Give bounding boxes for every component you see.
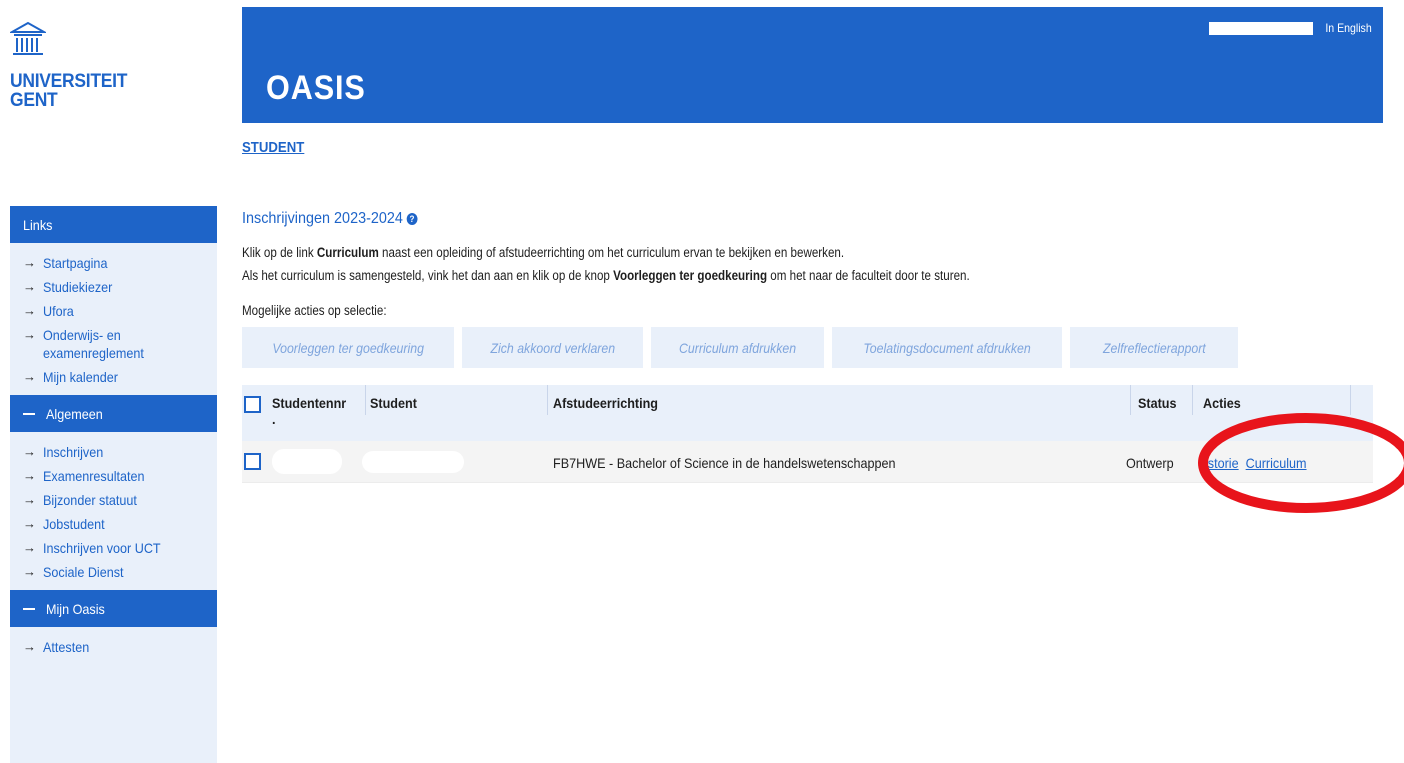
historie-link[interactable]: istorie [1205,455,1239,471]
ugent-logo[interactable]: UNIVERSITEIT GENT [10,20,170,110]
redacted-username [1209,22,1313,35]
print-admission-document-button[interactable]: Toelatingsdocument afdrukken [832,327,1062,368]
redacted-student-name [362,451,464,473]
instruction-line-1: Klik op de link Curriculum naast een opl… [242,245,845,260]
arrow-right-icon: → [23,369,36,384]
cell-status: Ontwerp [1126,455,1174,471]
self-reflection-report-button[interactable]: Zelfreflectierapport [1070,327,1238,368]
row-select-checkbox[interactable] [244,453,261,470]
header-banner: OASIS In English [242,7,1383,123]
column-divider [365,385,366,415]
logo-wordmark: UNIVERSITEIT GENT [10,71,128,111]
app-title: OASIS [266,69,366,107]
sidebar-item-attesten[interactable]: → Attesten [10,635,217,659]
sidebar-item-startpagina[interactable]: → Startpagina [10,251,217,275]
collapse-minus-icon [23,412,35,415]
selection-actions: Voorleggen ter goedkeuring Zich akkoord … [242,327,1238,368]
language-switch-link[interactable]: In English [1326,21,1372,35]
sidebar-item-inschrijven-uct[interactable]: → Inschrijven voor UCT [10,536,217,560]
sidebar-item-bijzonder-statuut[interactable]: → Bijzonder statuut [10,488,217,512]
collapse-minus-icon [23,607,35,610]
column-divider [1192,385,1193,415]
agree-button[interactable]: Zich akkoord verklaren [462,327,643,368]
cell-acties: istorie Curriculum [1205,455,1307,471]
instruction-line-2: Als het curriculum is samengesteld, vink… [242,268,970,283]
sidebar-header-mijn-oasis[interactable]: Mijn Oasis [10,590,217,627]
actions-label: Mogelijke acties op selectie: [242,303,387,318]
breadcrumb-student[interactable]: STUDENT [242,139,304,156]
column-header-studentennr[interactable]: Studentennr. [272,395,346,427]
arrow-right-icon: → [23,255,36,270]
table-header: Studentennr. Student Afstudeerrichting S… [242,385,1373,441]
cell-afstudeerrichting: FB7HWE - Bachelor of Science in de hande… [553,455,896,471]
arrow-right-icon: → [23,492,36,507]
redacted-student-number [272,449,342,474]
sidebar-item-sociale-dienst[interactable]: → Sociale Dienst [10,560,217,584]
column-header-student[interactable]: Student [370,395,417,411]
column-header-afstudeerrichting[interactable]: Afstudeerrichting [553,395,658,411]
arrow-right-icon: → [23,540,36,555]
sidebar-oasis-list: → Attesten [10,627,217,665]
arrow-right-icon: → [23,279,36,294]
help-icon[interactable]: ? [406,213,418,225]
column-header-status[interactable]: Status [1138,395,1177,411]
sidebar: Links → Startpagina → Studiekiezer → Ufora … [10,206,217,763]
column-divider [547,385,548,415]
arrow-right-icon: → [23,564,36,579]
sidebar-item-ufora[interactable]: → Ufora [10,299,217,323]
print-curriculum-button[interactable]: Curriculum afdrukken [651,327,824,368]
submit-for-approval-button[interactable]: Voorleggen ter goedkeuring [242,327,454,368]
table-row: FB7HWE - Bachelor of Science in de hande… [242,441,1373,483]
sidebar-item-jobstudent[interactable]: → Jobstudent [10,512,217,536]
sidebar-links-list: → Startpagina → Studiekiezer → Ufora → Onder… [10,243,217,395]
sidebar-header-links: Links [10,206,217,243]
building-icon [10,21,46,55]
column-divider [1130,385,1131,415]
section-title: Inschrijvingen 2023-2024? [242,210,418,228]
select-all-checkbox[interactable] [244,396,261,413]
column-header-acties: Acties [1203,395,1241,411]
arrow-right-icon: → [23,516,36,531]
sidebar-header-algemeen[interactable]: Algemeen [10,395,217,432]
sidebar-item-inschrijven[interactable]: → Inschrijven [10,440,217,464]
enrollments-table: Studentennr. Student Afstudeerrichting S… [242,385,1373,483]
arrow-right-icon: → [23,444,36,459]
sidebar-algemeen-list: → Inschrijven → Examenresultaten → Bijzonde… [10,432,217,590]
curriculum-link[interactable]: Curriculum [1246,455,1307,471]
sidebar-item-studiekiezer[interactable]: → Studiekiezer [10,275,217,299]
sidebar-item-mijn-kalender[interactable]: → Mijn kalender [10,365,217,389]
arrow-right-icon: → [23,468,36,483]
sidebar-item-examenresultaten[interactable]: → Examenresultaten [10,464,217,488]
arrow-right-icon: → [23,327,36,342]
sidebar-item-onderwijsreglement[interactable]: → Onderwijs- en examenreglement [10,323,217,365]
arrow-right-icon: → [23,303,36,318]
arrow-right-icon: → [23,639,36,654]
column-divider [1350,385,1351,415]
